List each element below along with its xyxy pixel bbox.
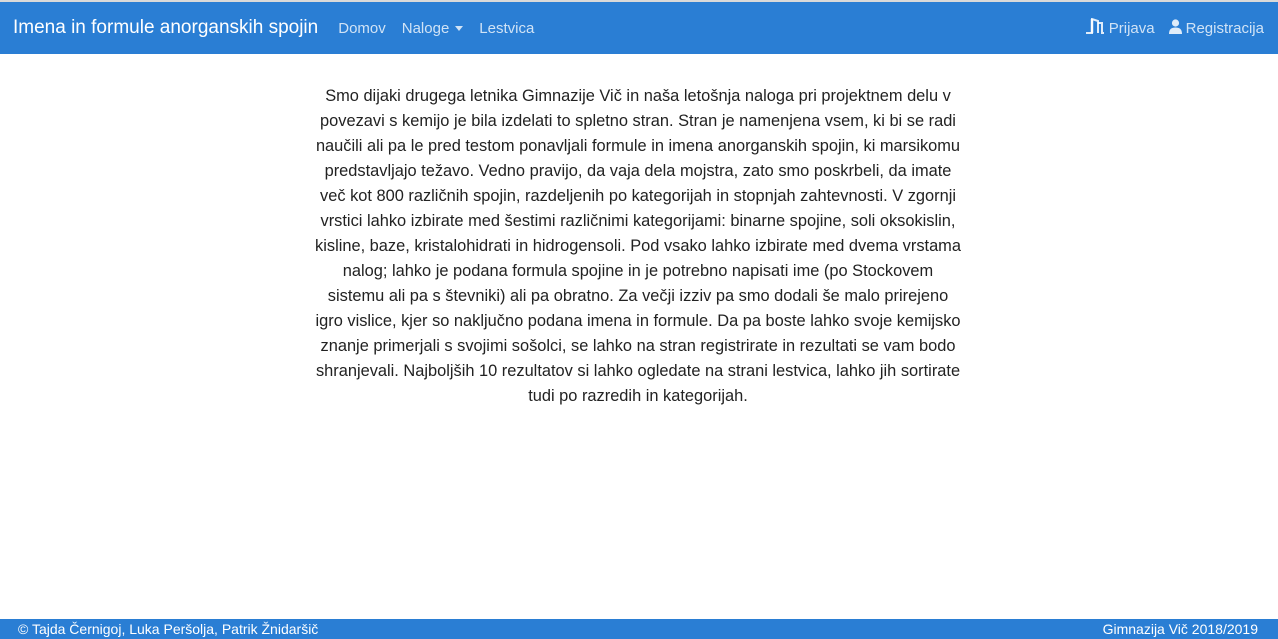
login-door-icon [1085,17,1105,38]
login-label: Prijava [1108,19,1155,37]
register-link[interactable]: Registracija [1161,18,1264,38]
user-icon [1168,18,1182,38]
intro-text: Smo dijaki drugega letnika Gimnazije Vič… [315,87,961,405]
brand-title[interactable]: Imena in formule anorganskih spojin [13,17,318,39]
login-link[interactable]: Prijava [1077,17,1155,38]
footer: © Tajda Černigoj, Luka Peršolja, Patrik … [0,619,1278,639]
intro-section: Smo dijaki drugega letnika Gimnazije Vič… [314,84,962,409]
nav-tasks-dropdown[interactable]: Naloge [394,20,472,37]
caret-down-icon [455,26,464,31]
footer-authors: © Tajda Černigoj, Luka Peršolja, Patrik … [18,621,319,637]
nav-leaderboard-link[interactable]: Lestvica [471,20,542,37]
nav-home-link[interactable]: Domov [330,20,394,37]
nav-links: Domov Naloge Lestvica [330,20,542,37]
navbar: Imena in formule anorganskih spojin Domo… [0,2,1278,54]
auth-links: Prijava Registracija [1071,17,1264,38]
nav-tasks-label: Naloge [401,19,450,37]
register-label: Registracija [1185,19,1264,37]
footer-school: Gimnazija Vič 2018/2019 [1102,621,1258,637]
